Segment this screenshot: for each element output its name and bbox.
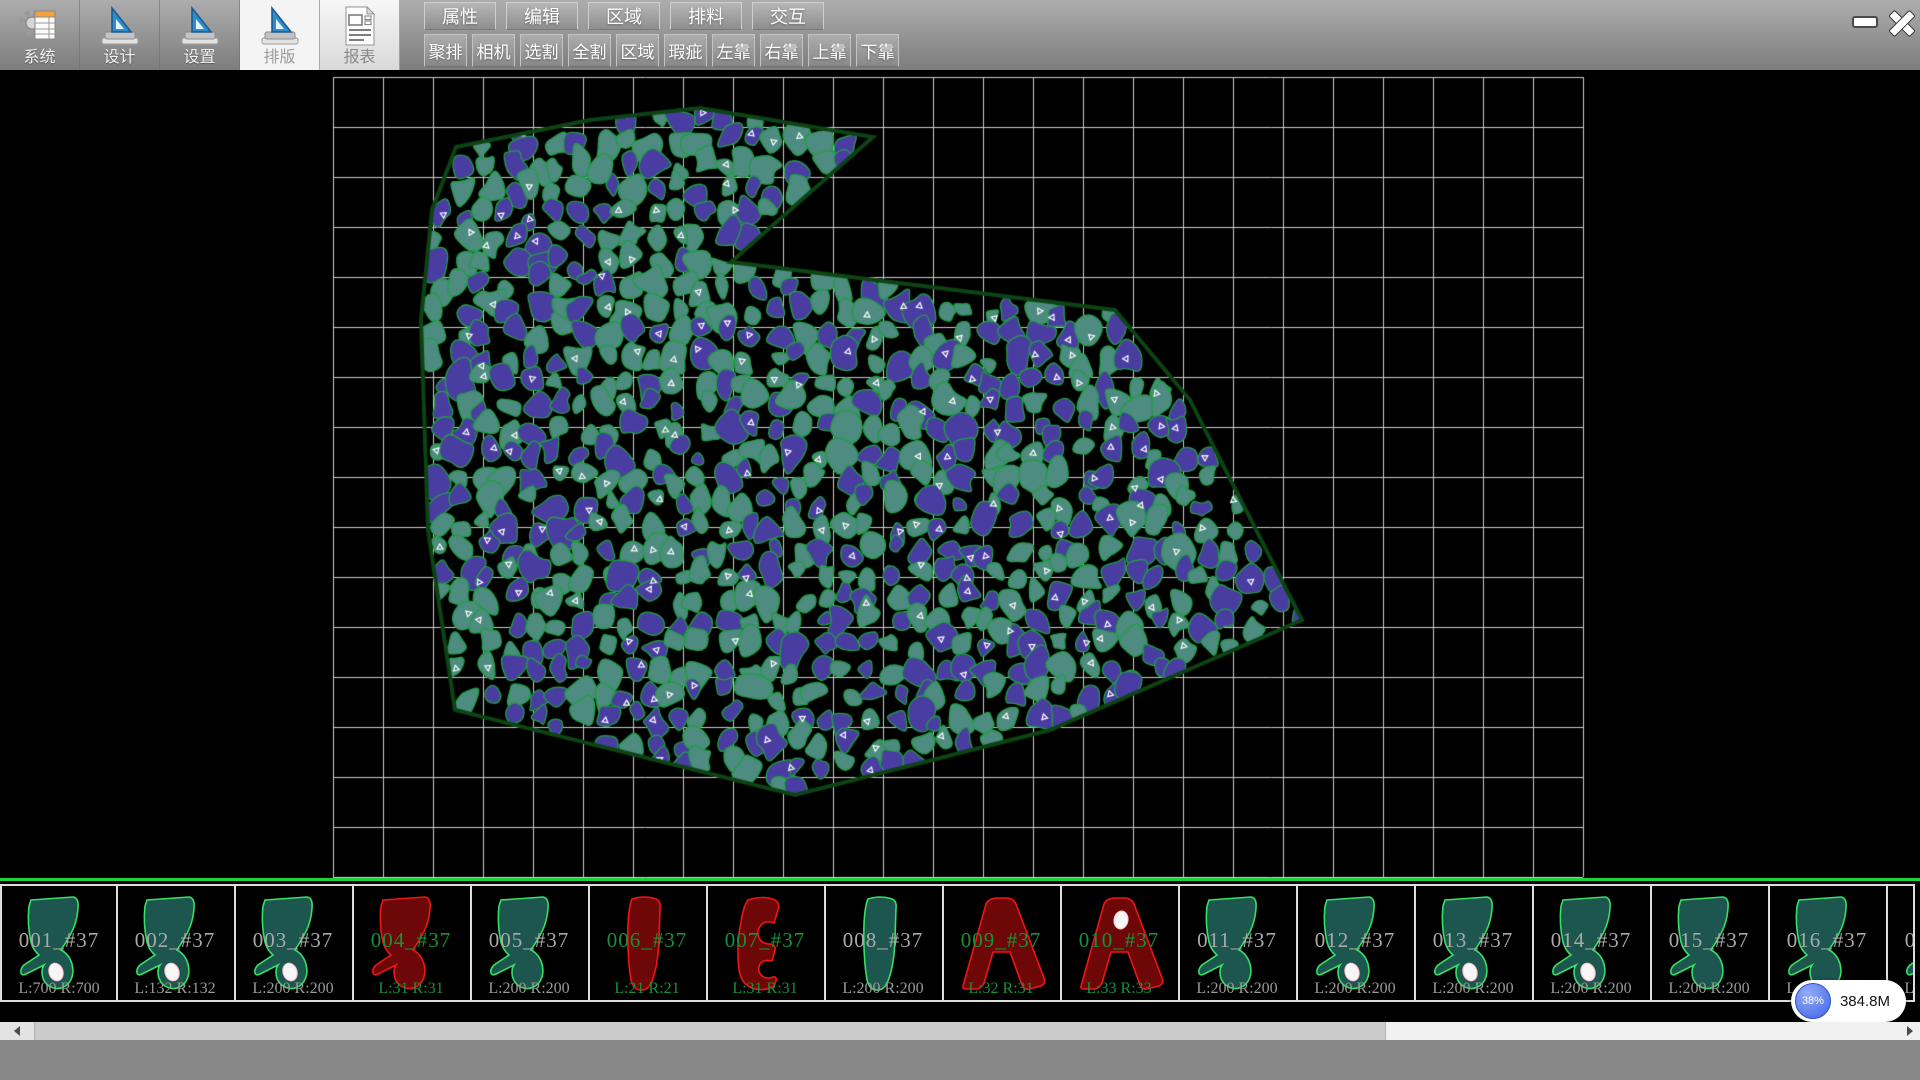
piece-thumbnail-011[interactable]: 011_#37 L:200 R:200 bbox=[1180, 884, 1298, 1002]
piece-id-label: 015_#37 bbox=[1652, 928, 1766, 953]
minimize-icon bbox=[1852, 16, 1878, 28]
piece-lr-count: L:200 R:200 bbox=[1652, 980, 1766, 998]
app-button-label: 系统 bbox=[23, 48, 55, 68]
piece-lr-count: L:31 R:31 bbox=[708, 980, 822, 998]
piece-id-label: 012_#37 bbox=[1298, 928, 1412, 953]
scroll-right-button[interactable] bbox=[1901, 1022, 1919, 1040]
close-button[interactable] bbox=[1884, 8, 1918, 36]
piece-thumbnail-010[interactable]: 010_#37 L:33 R:33 bbox=[1062, 884, 1180, 1002]
status-bar bbox=[0, 1040, 1920, 1080]
tool-button-2[interactable]: 相机 bbox=[472, 34, 515, 67]
piece-lr-count: L:200 R:200 bbox=[1534, 980, 1648, 998]
piece-thumbnail-007[interactable]: 007_#37 L:31 R:31 bbox=[708, 884, 826, 1002]
piece-thumbnail-014[interactable]: 014_#37 L:200 R:200 bbox=[1534, 884, 1652, 1002]
piece-thumbnail-015[interactable]: 015_#37 L:200 R:200 bbox=[1652, 884, 1770, 1002]
piece-id-label: 017_#37 bbox=[1888, 928, 1915, 953]
piece-thumbnail-004[interactable]: 004_#37 L:31 R:31 bbox=[354, 884, 472, 1002]
piece-thumbnail-008[interactable]: 008_#37 L:200 R:200 bbox=[826, 884, 944, 1002]
piece-id-label: 004_#37 bbox=[354, 928, 468, 953]
piece-lr-count: L:32 R:31 bbox=[944, 980, 1058, 998]
horizontal-scrollbar[interactable] bbox=[0, 1022, 1920, 1040]
nesting-canvas[interactable] bbox=[0, 70, 1920, 878]
tool-button-6[interactable]: 瑕疵 bbox=[664, 34, 707, 67]
piece-lr-count: L:200 R:200 bbox=[1180, 980, 1294, 998]
memory-indicator: 38% 384.8M bbox=[1791, 980, 1906, 1022]
piece-lr-count: L:132 R:132 bbox=[118, 980, 232, 998]
piece-lr-count: L:200 R:200 bbox=[1416, 980, 1530, 998]
piece-id-label: 014_#37 bbox=[1534, 928, 1648, 953]
piece-thumbnail-009[interactable]: 009_#37 L:32 R:31 bbox=[944, 884, 1062, 1002]
app-button-settings[interactable]: 设置 bbox=[160, 0, 240, 70]
tool-button-5[interactable]: 区域 bbox=[616, 34, 659, 67]
menu-tab-5[interactable]: 交互 bbox=[752, 2, 824, 30]
piece-thumbnail-001[interactable]: 001_#37 L:700 R:700 bbox=[0, 884, 118, 1002]
piece-lr-count: L:200 R:200 bbox=[472, 980, 586, 998]
menu-tab-1[interactable]: 属性 bbox=[424, 2, 496, 30]
arrow-left-icon bbox=[14, 1026, 20, 1036]
tool-button-9[interactable]: 上靠 bbox=[808, 34, 851, 67]
piece-id-label: 013_#37 bbox=[1416, 928, 1530, 953]
app-button-label: 报表 bbox=[343, 48, 375, 68]
piece-thumbnail-006[interactable]: 006_#37 L:21 R:21 bbox=[590, 884, 708, 1002]
piece-lr-count: L:700 R:700 bbox=[2, 980, 116, 998]
menu-tab-2[interactable]: 编辑 bbox=[506, 2, 578, 30]
piece-id-label: 006_#37 bbox=[590, 928, 704, 953]
close-icon bbox=[1889, 10, 1913, 34]
tool-button-10[interactable]: 下靠 bbox=[856, 34, 899, 67]
piece-id-label: 016_#37 bbox=[1770, 928, 1884, 953]
piece-id-label: 010_#37 bbox=[1062, 928, 1176, 953]
piece-id-label: 005_#37 bbox=[472, 928, 586, 953]
tool-button-8[interactable]: 右靠 bbox=[760, 34, 803, 67]
app-button-label: 设置 bbox=[183, 48, 215, 68]
app-button-system[interactable]: 系统 bbox=[0, 0, 80, 70]
app-button-label: 设计 bbox=[103, 48, 135, 68]
layout-icon bbox=[258, 2, 302, 48]
piece-id-label: 003_#37 bbox=[236, 928, 350, 953]
menu-tab-4[interactable]: 排料 bbox=[670, 2, 742, 30]
piece-thumbnail-strip: 001_#37 L:700 R:700 002_#37 L:132 R:132 … bbox=[0, 878, 1920, 1022]
piece-id-label: 001_#37 bbox=[2, 928, 116, 953]
tool-button-4[interactable]: 全割 bbox=[568, 34, 611, 67]
report-icon bbox=[338, 2, 382, 48]
piece-id-label: 009_#37 bbox=[944, 928, 1058, 953]
piece-lr-count: L:21 R:21 bbox=[590, 980, 704, 998]
scroll-left-button[interactable] bbox=[0, 1022, 34, 1040]
piece-id-label: 007_#37 bbox=[708, 928, 822, 953]
app-button-design[interactable]: 设计 bbox=[80, 0, 160, 70]
system-icon bbox=[18, 2, 62, 48]
piece-thumbnail-012[interactable]: 012_#37 L:200 R:200 bbox=[1298, 884, 1416, 1002]
memory-usage-text: 384.8M bbox=[1840, 993, 1890, 1010]
piece-thumbnail-005[interactable]: 005_#37 L:200 R:200 bbox=[472, 884, 590, 1002]
piece-lr-count: L:200 R:200 bbox=[1298, 980, 1412, 998]
piece-lr-count: L:200 R:200 bbox=[826, 980, 940, 998]
tool-button-7[interactable]: 左靠 bbox=[712, 34, 755, 67]
app-button-label: 排版 bbox=[263, 48, 295, 68]
menu-tab-3[interactable]: 区域 bbox=[588, 2, 660, 30]
piece-lr-count: L:31 R:31 bbox=[354, 980, 468, 998]
minimize-button[interactable] bbox=[1848, 8, 1882, 36]
piece-lr-count: L:33 R:33 bbox=[1062, 980, 1176, 998]
piece-lr-count: L:200 R:200 bbox=[236, 980, 350, 998]
scrollbar-thumb[interactable] bbox=[34, 1022, 1386, 1040]
piece-id-label: 011_#37 bbox=[1180, 928, 1294, 953]
tool-button-1[interactable]: 聚排 bbox=[424, 34, 467, 67]
main-toolbar: 系统 设计 设置 排版 报表 属性编辑区域排料交互 聚排相机选割全割区域 bbox=[0, 0, 1920, 70]
app-button-layout[interactable]: 排版 bbox=[240, 0, 320, 70]
design-icon bbox=[98, 2, 142, 48]
piece-id-label: 008_#37 bbox=[826, 928, 940, 953]
settings-icon bbox=[178, 2, 222, 48]
nesting-viewport[interactable] bbox=[0, 70, 1920, 878]
tool-button-3[interactable]: 选割 bbox=[520, 34, 563, 67]
app-button-report[interactable]: 报表 bbox=[320, 0, 400, 70]
piece-thumbnail-013[interactable]: 013_#37 L:200 R:200 bbox=[1416, 884, 1534, 1002]
arrow-right-icon bbox=[1907, 1026, 1913, 1036]
piece-id-label: 002_#37 bbox=[118, 928, 232, 953]
piece-thumbnail-002[interactable]: 002_#37 L:132 R:132 bbox=[118, 884, 236, 1002]
piece-thumbnail-003[interactable]: 003_#37 L:200 R:200 bbox=[236, 884, 354, 1002]
progress-badge: 38% bbox=[1795, 983, 1831, 1019]
